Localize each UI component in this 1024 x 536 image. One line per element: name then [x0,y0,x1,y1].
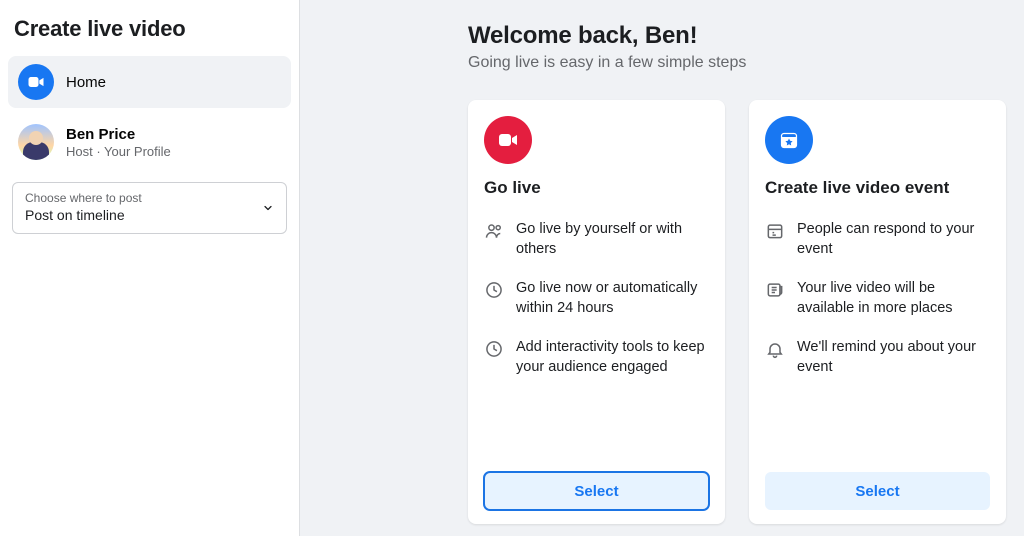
card-go-live: Go live Go live by yourself or with othe… [468,100,725,524]
select-event-button[interactable]: Select [765,472,990,510]
card-features: People can respond to your event Your li… [765,220,990,377]
avatar [18,124,54,160]
feature-text: Your live video will be available in mor… [797,279,990,318]
option-cards: Go live Go live by yourself or with othe… [468,100,1006,524]
post-target-hint: Choose where to post [25,191,274,205]
clock-icon [484,280,504,300]
calendar-icon [765,221,785,241]
card-title: Go live [484,178,709,198]
app-root: Create live video Home Ben Price Host · … [0,0,1024,536]
sidebar-item-label: Home [66,74,106,91]
go-live-icon [484,116,532,164]
feature-text: Add interactivity tools to keep your aud… [516,338,709,377]
profile-text: Ben Price Host · Your Profile [66,126,171,159]
feature-text: Go live by yourself or with others [516,220,709,259]
news-icon [765,280,785,300]
post-target-select[interactable]: Choose where to post Post on timeline [12,182,287,234]
profile-name: Ben Price [66,126,171,143]
select-go-live-button[interactable]: Select [484,472,709,510]
sidebar-item-home[interactable]: Home [8,56,291,108]
card-features: Go live by yourself or with others Go li… [484,220,709,377]
bell-icon [765,339,785,359]
feature-item: We'll remind you about your event [765,338,990,377]
feature-item: Add interactivity tools to keep your aud… [484,338,709,377]
people-icon [484,221,504,241]
welcome-subtitle: Going live is easy in a few simple steps [468,54,1006,72]
sidebar-item-profile[interactable]: Ben Price Host · Your Profile [8,116,291,168]
feature-item: People can respond to your event [765,220,990,259]
feature-text: We'll remind you about your event [797,338,990,377]
welcome-title: Welcome back, Ben! [468,22,1006,50]
feature-text: People can respond to your event [797,220,990,259]
profile-role: Host · Your Profile [66,144,171,159]
feature-item: Go live by yourself or with others [484,220,709,259]
clock-icon [484,339,504,359]
card-title: Create live video event [765,178,990,198]
video-icon [18,64,54,100]
post-target-value: Post on timeline [25,207,274,223]
main-content: Welcome back, Ben! Going live is easy in… [300,0,1024,536]
calendar-star-icon [765,116,813,164]
feature-item: Your live video will be available in mor… [765,279,990,318]
sidebar: Create live video Home Ben Price Host · … [0,0,300,536]
card-create-event: Create live video event People can respo… [749,100,1006,524]
feature-item: Go live now or automatically within 24 h… [484,279,709,318]
chevron-down-icon [262,202,274,214]
sidebar-title: Create live video [8,14,291,48]
feature-text: Go live now or automatically within 24 h… [516,279,709,318]
